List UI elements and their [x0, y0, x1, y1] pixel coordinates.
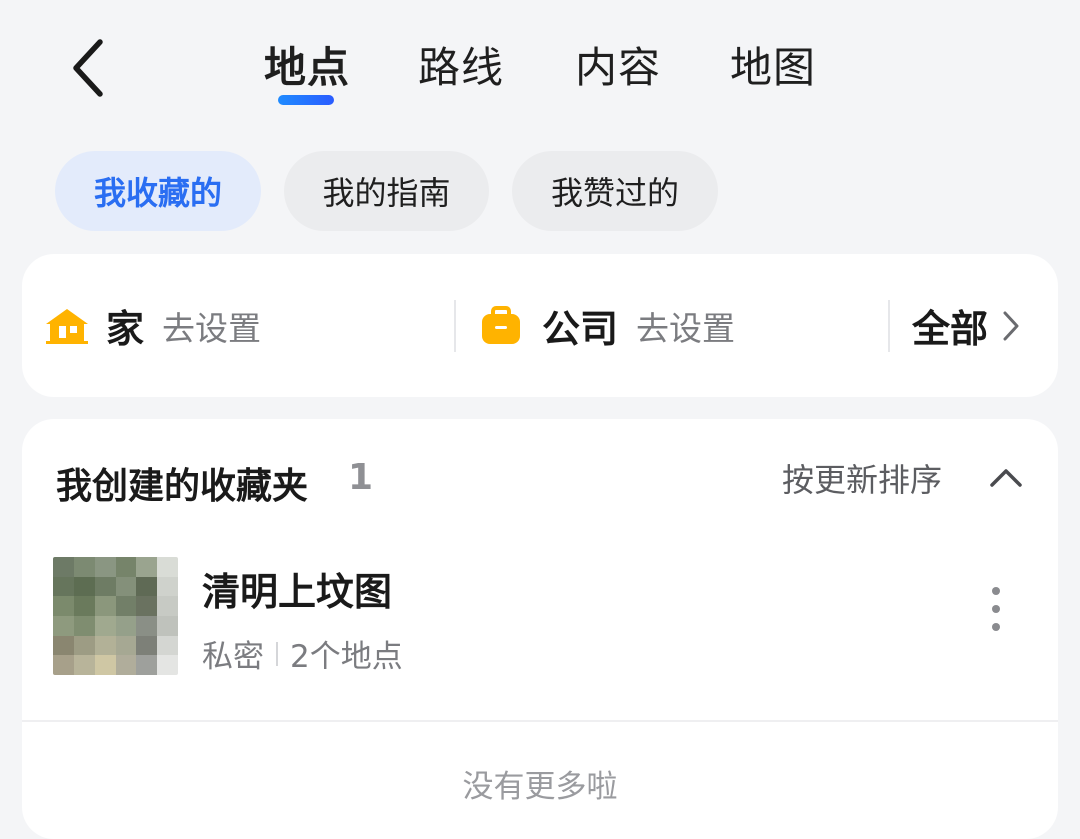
folder-meta: 私密 2个地点 [202, 631, 403, 676]
home-setup-link[interactable]: 去设置 [162, 302, 261, 350]
section-title: 我创建的收藏夹 [56, 466, 309, 507]
divider [454, 300, 456, 352]
section-count: 1 [348, 457, 374, 498]
tab-places[interactable]: 地点 [264, 42, 350, 94]
chip-my-guides[interactable]: 我的指南 [284, 151, 489, 231]
more-vertical-icon [992, 587, 1000, 631]
folder-item[interactable]: 清明上坟图 私密 2个地点 [22, 539, 1058, 699]
all-label: 全部 [912, 307, 989, 351]
active-tab-indicator [278, 95, 334, 105]
divider [22, 720, 1058, 722]
folder-name: 清明上坟图 [202, 570, 393, 614]
end-of-list-text: 没有更多啦 [462, 769, 618, 805]
chip-my-likes[interactable]: 我赞过的 [512, 151, 718, 231]
tab-content[interactable]: 内容 [575, 42, 661, 94]
sort-button[interactable]: 按更新排序 [782, 455, 942, 501]
divider [888, 300, 890, 352]
tab-maps[interactable]: 地图 [730, 42, 816, 94]
quick-access-card: 家 去设置 公司 去设置 全部 [22, 254, 1058, 397]
more-options-button[interactable] [980, 579, 1012, 639]
home-entry[interactable]: 家 去设置 [44, 254, 261, 397]
top-navigation: 地点 路线 内容 地图 [0, 0, 1080, 130]
folder-thumbnail [53, 557, 178, 675]
back-button[interactable] [58, 36, 118, 100]
folder-place-count: 2个地点 [290, 639, 403, 675]
chevron-left-icon [73, 39, 103, 97]
company-title: 公司 [542, 307, 619, 351]
tab-routes[interactable]: 路线 [418, 42, 504, 94]
company-entry[interactable]: 公司 去设置 [480, 254, 735, 397]
chip-my-favorites[interactable]: 我收藏的 [55, 151, 261, 231]
collapse-button[interactable] [982, 453, 1030, 501]
meta-separator [276, 641, 278, 666]
favorites-card: 我创建的收藏夹 1 按更新排序 清明上坟图 私密 2个地点 没有更多啦 [22, 419, 1058, 839]
home-title: 家 [106, 307, 145, 351]
briefcase-icon [482, 305, 520, 344]
folder-privacy: 私密 [202, 639, 264, 675]
company-setup-link[interactable]: 去设置 [636, 302, 735, 350]
chevron-up-icon [990, 469, 1022, 487]
home-icon [46, 308, 88, 344]
all-places-button[interactable]: 全部 [912, 254, 1020, 397]
chevron-right-icon [1003, 311, 1019, 340]
